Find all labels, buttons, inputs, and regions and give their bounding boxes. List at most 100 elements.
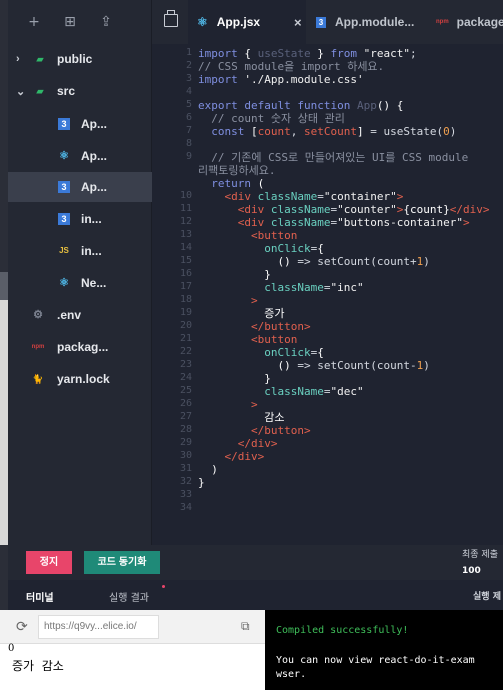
code-lines[interactable]: import { useState } from "react"; // CSS… xyxy=(198,44,503,545)
tab-package-json[interactable]: npm package. xyxy=(430,0,503,44)
tree-item-file[interactable]: 3 Ap... xyxy=(8,109,152,139)
tree-item-label: Ap... xyxy=(81,180,107,194)
line-number: 9 xyxy=(185,151,192,162)
close-icon[interactable]: × xyxy=(294,15,302,30)
file-explorer: + ⊞ ⇪ › ▰ public ⌄ ▰ src 3 Ap... ⚛ Ap...… xyxy=(8,0,152,545)
code-line: () => setCount(count+1) xyxy=(277,255,430,268)
line-number: 22 xyxy=(179,346,192,357)
code-line: <div className="container"> xyxy=(224,190,404,203)
explorer-toolbar: + ⊞ ⇪ xyxy=(8,0,151,44)
open-external-icon[interactable]: ⧉ xyxy=(241,619,250,634)
tree-item-file[interactable]: 🐈 yarn.lock xyxy=(8,364,152,394)
tree-item-file[interactable]: JS in... xyxy=(8,236,152,266)
css-icon: 3 xyxy=(58,118,70,130)
tree-item-label: packag... xyxy=(57,340,109,354)
tab-label: App.jsx xyxy=(216,15,261,29)
action-bar: 정지 코드 동기화 최종 제출 100 xyxy=(8,545,503,580)
line-number: 5 xyxy=(185,99,192,110)
line-number: 1 xyxy=(185,47,192,58)
tree-item-label: src xyxy=(57,84,76,98)
line-number: 26 xyxy=(179,398,192,409)
tab-terminal[interactable]: 터미널 xyxy=(26,589,54,604)
tree-item-label: Ap... xyxy=(81,149,107,163)
code-line: ) xyxy=(211,463,218,476)
terminal-line: wser. xyxy=(276,669,307,680)
tree-item-file[interactable]: ⚙ .env xyxy=(8,300,152,330)
tree-item-file[interactable]: ⚛ Ne... xyxy=(8,268,152,298)
refresh-icon[interactable]: ⟳ xyxy=(16,619,28,635)
panel-tabs: 터미널 실행 결과 실행 제 xyxy=(8,580,503,610)
new-folder-icon[interactable]: ⊞ xyxy=(62,14,78,30)
line-number: 6 xyxy=(185,112,192,123)
line-number: 11 xyxy=(179,203,192,214)
js-icon: JS xyxy=(59,246,69,255)
tree-item-file[interactable]: npm packag... xyxy=(8,332,152,362)
line-number: 4 xyxy=(185,86,192,97)
notification-dot xyxy=(162,585,165,588)
preview-url-field[interactable]: https://q9vy...elice.io/ xyxy=(38,615,159,639)
tree-item-file[interactable]: 3 in... xyxy=(8,204,152,234)
code-line: <div className="counter">{count}</div> xyxy=(237,203,490,216)
code-line: > xyxy=(250,294,258,307)
tree-item-src[interactable]: ⌄ ▰ src xyxy=(8,76,152,106)
tab-label: App.module... xyxy=(335,15,415,29)
tree-item-label: in... xyxy=(81,244,102,258)
tab-app-module-css[interactable]: 3 App.module... xyxy=(310,0,420,44)
line-number: 2 xyxy=(185,60,192,71)
tree-item-file[interactable]: ⚛ Ap... xyxy=(8,141,152,171)
code-line: onClick={ xyxy=(264,242,324,255)
tree-item-label: Ap... xyxy=(81,117,107,131)
line-number: 29 xyxy=(179,437,192,448)
line-number: 25 xyxy=(179,385,192,396)
code-editor[interactable]: 1 2 3 4 5 6 7 8 9 10 11 12 13 14 15 16 1… xyxy=(152,44,503,545)
line-number: 16 xyxy=(179,268,192,279)
chevron-down-icon[interactable]: ⌄ xyxy=(16,85,25,98)
line-number: 20 xyxy=(179,320,192,331)
line-number: 3 xyxy=(185,73,192,84)
preview-buttons[interactable]: 증가 감소 xyxy=(12,657,64,674)
gear-icon: ⚙ xyxy=(33,309,43,321)
final-submit-value: 100 xyxy=(462,566,481,576)
folder-icon: ▰ xyxy=(36,86,44,96)
code-line: onClick={ xyxy=(264,346,324,359)
line-number: 21 xyxy=(179,333,192,344)
tree-item-file-selected[interactable]: 3 Ap... xyxy=(8,172,152,202)
code-line: className="inc" xyxy=(264,281,364,294)
preview-pane: ⟳ https://q9vy...elice.io/ ⧉ 0 증가 감소 xyxy=(0,610,265,690)
line-number-gutter: 1 2 3 4 5 6 7 8 9 10 11 12 13 14 15 16 1… xyxy=(152,44,192,545)
chevron-right-icon[interactable]: › xyxy=(16,53,20,65)
tree-item-public[interactable]: › ▰ public xyxy=(8,44,152,74)
css-icon: 3 xyxy=(316,16,326,28)
upload-icon[interactable]: ⇪ xyxy=(98,14,114,30)
code-line: () => setCount(count-1) xyxy=(277,359,430,372)
left-edge xyxy=(0,0,8,690)
line-number: 8 xyxy=(185,138,192,149)
code-line: } xyxy=(264,268,271,281)
tree-item-label: Ne... xyxy=(81,276,107,290)
files-icon[interactable] xyxy=(164,10,178,27)
stop-button[interactable]: 정지 xyxy=(26,551,72,574)
run-label: 실행 제 xyxy=(473,592,501,602)
line-number: 32 xyxy=(179,476,192,487)
sync-code-button[interactable]: 코드 동기화 xyxy=(84,551,160,574)
terminal[interactable]: Compiled successfully! You can now view … xyxy=(265,610,503,690)
tree-item-label: yarn.lock xyxy=(57,372,110,386)
line-number: 7 xyxy=(185,125,192,136)
folder-icon: ▰ xyxy=(36,54,44,64)
tab-app-jsx[interactable]: ⚛ App.jsx × xyxy=(188,0,306,44)
line-number: 17 xyxy=(179,281,192,292)
code-line: <button xyxy=(250,229,298,242)
code-line: 감소 xyxy=(264,411,285,424)
terminal-line: You can now view react-do-it-exam xyxy=(276,655,475,666)
tab-run-result[interactable]: 실행 결과 xyxy=(109,589,149,604)
new-file-icon[interactable]: + xyxy=(26,14,42,30)
final-submit-label: 최종 제출 xyxy=(462,550,498,560)
code-line: // count 숫자 상태 관리 xyxy=(198,112,345,125)
code-line: import './App.module.css' xyxy=(198,73,364,86)
code-line: } xyxy=(198,476,205,489)
yarn-icon: 🐈 xyxy=(32,374,44,384)
line-number: 19 xyxy=(179,307,192,318)
line-number: 30 xyxy=(179,450,192,461)
css-icon: 3 xyxy=(58,181,70,193)
code-line: import { useState } from "react"; xyxy=(198,47,417,60)
